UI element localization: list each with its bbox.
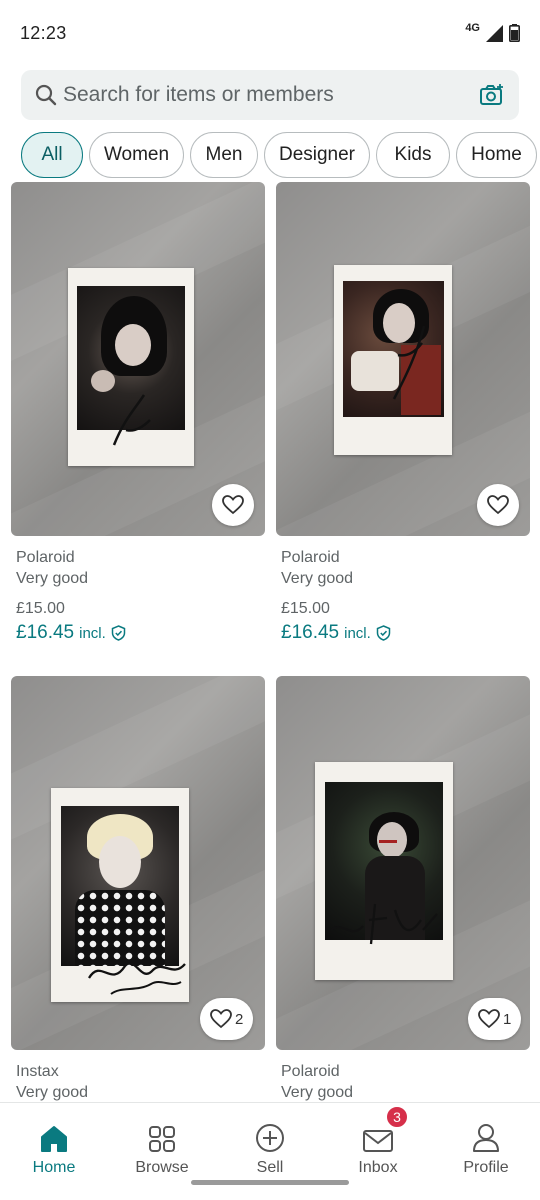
item-condition: Very good bbox=[16, 1084, 89, 1101]
plus-circle-icon bbox=[256, 1124, 284, 1152]
search-icon bbox=[35, 84, 57, 106]
heart-icon bbox=[487, 495, 509, 515]
search-bar[interactable]: Search for items or members bbox=[21, 70, 519, 120]
heart-icon bbox=[222, 495, 244, 515]
buyer-protection-shield-icon[interactable] bbox=[111, 625, 126, 641]
listing-card[interactable]: 1 Polaroid Very good bbox=[276, 676, 530, 1102]
signal-icon bbox=[486, 24, 503, 42]
nav-sell[interactable]: Sell bbox=[216, 1103, 324, 1177]
status-time: 12:23 bbox=[20, 22, 67, 43]
instax-print bbox=[51, 788, 189, 1002]
chip-men[interactable]: Men bbox=[190, 132, 258, 178]
item-title: Instax bbox=[16, 1063, 59, 1080]
heart-icon bbox=[478, 1009, 500, 1029]
chip-all[interactable]: All bbox=[21, 132, 83, 178]
category-chips: All Women Men Designer Kids Home bbox=[21, 132, 540, 180]
price-incl-label: incl. bbox=[344, 624, 371, 642]
nav-browse[interactable]: Browse bbox=[108, 1103, 216, 1177]
polaroid-print bbox=[68, 268, 194, 466]
bottom-navigation: Home Browse Sell 3 Inbox Profile bbox=[0, 1102, 540, 1200]
listing-card[interactable]: 2 Instax Very good bbox=[11, 676, 265, 1102]
price-incl-label: incl. bbox=[79, 624, 106, 642]
gesture-navigation-bar[interactable] bbox=[191, 1180, 349, 1185]
like-count: 1 bbox=[503, 1010, 512, 1028]
item-condition: Very good bbox=[281, 570, 354, 587]
price-incl-value: £16.45 bbox=[281, 622, 340, 643]
favorite-button[interactable] bbox=[212, 484, 254, 526]
item-title: Polaroid bbox=[281, 549, 340, 566]
buyer-protection-shield-icon[interactable] bbox=[376, 625, 391, 641]
status-bar: 12:23 4G bbox=[0, 0, 540, 66]
chip-kids[interactable]: Kids bbox=[376, 132, 450, 178]
nav-home-label: Home bbox=[32, 1159, 76, 1176]
chip-home[interactable]: Home bbox=[456, 132, 537, 178]
nav-inbox-label: Inbox bbox=[358, 1159, 398, 1176]
listing-photo[interactable] bbox=[11, 182, 265, 536]
favorite-button[interactable]: 1 bbox=[468, 998, 522, 1040]
price-incl-value: £16.45 bbox=[16, 622, 75, 643]
status-icons: 4G bbox=[465, 22, 520, 42]
item-feed[interactable]: Polaroid Very good £15.00 £16.45 incl. P… bbox=[0, 182, 540, 1102]
nav-home[interactable]: Home bbox=[0, 1103, 108, 1177]
battery-icon bbox=[509, 24, 520, 42]
listing-photo[interactable] bbox=[276, 182, 530, 536]
polaroid-print bbox=[315, 762, 453, 980]
item-title: Polaroid bbox=[281, 1063, 340, 1080]
item-condition: Very good bbox=[16, 570, 89, 587]
nav-inbox[interactable]: 3 Inbox bbox=[324, 1103, 432, 1177]
person-icon bbox=[473, 1124, 499, 1152]
favorite-button[interactable] bbox=[477, 484, 519, 526]
network-type-label: 4G bbox=[465, 22, 480, 34]
chip-women[interactable]: Women bbox=[89, 132, 184, 178]
camera-search-icon[interactable] bbox=[479, 83, 505, 107]
polaroid-print bbox=[334, 265, 452, 455]
home-icon bbox=[41, 1126, 67, 1152]
listing-card[interactable]: Polaroid Very good £15.00 £16.45 incl. bbox=[276, 182, 530, 652]
item-condition: Very good bbox=[281, 1084, 354, 1101]
item-price: £15.00 bbox=[281, 600, 330, 617]
favorite-button[interactable]: 2 bbox=[200, 998, 254, 1040]
search-input[interactable]: Search for items or members bbox=[63, 83, 479, 107]
nav-profile[interactable]: Profile bbox=[432, 1103, 540, 1177]
mail-icon bbox=[363, 1130, 393, 1152]
listing-card[interactable]: Polaroid Very good £15.00 £16.45 incl. bbox=[11, 182, 265, 652]
grid-icon bbox=[149, 1126, 175, 1152]
heart-icon bbox=[210, 1009, 232, 1029]
nav-sell-label: Sell bbox=[256, 1159, 284, 1176]
nav-browse-label: Browse bbox=[135, 1159, 189, 1176]
item-price-incl: £16.45 incl. bbox=[281, 622, 391, 644]
item-title: Polaroid bbox=[16, 549, 75, 566]
item-price: £15.00 bbox=[16, 600, 65, 617]
item-price-incl: £16.45 incl. bbox=[16, 622, 126, 644]
like-count: 2 bbox=[235, 1010, 244, 1028]
nav-profile-label: Profile bbox=[463, 1159, 509, 1176]
listing-photo[interactable] bbox=[11, 676, 265, 1050]
listing-photo[interactable] bbox=[276, 676, 530, 1050]
chip-designer[interactable]: Designer bbox=[264, 132, 370, 178]
inbox-badge: 3 bbox=[385, 1105, 409, 1129]
